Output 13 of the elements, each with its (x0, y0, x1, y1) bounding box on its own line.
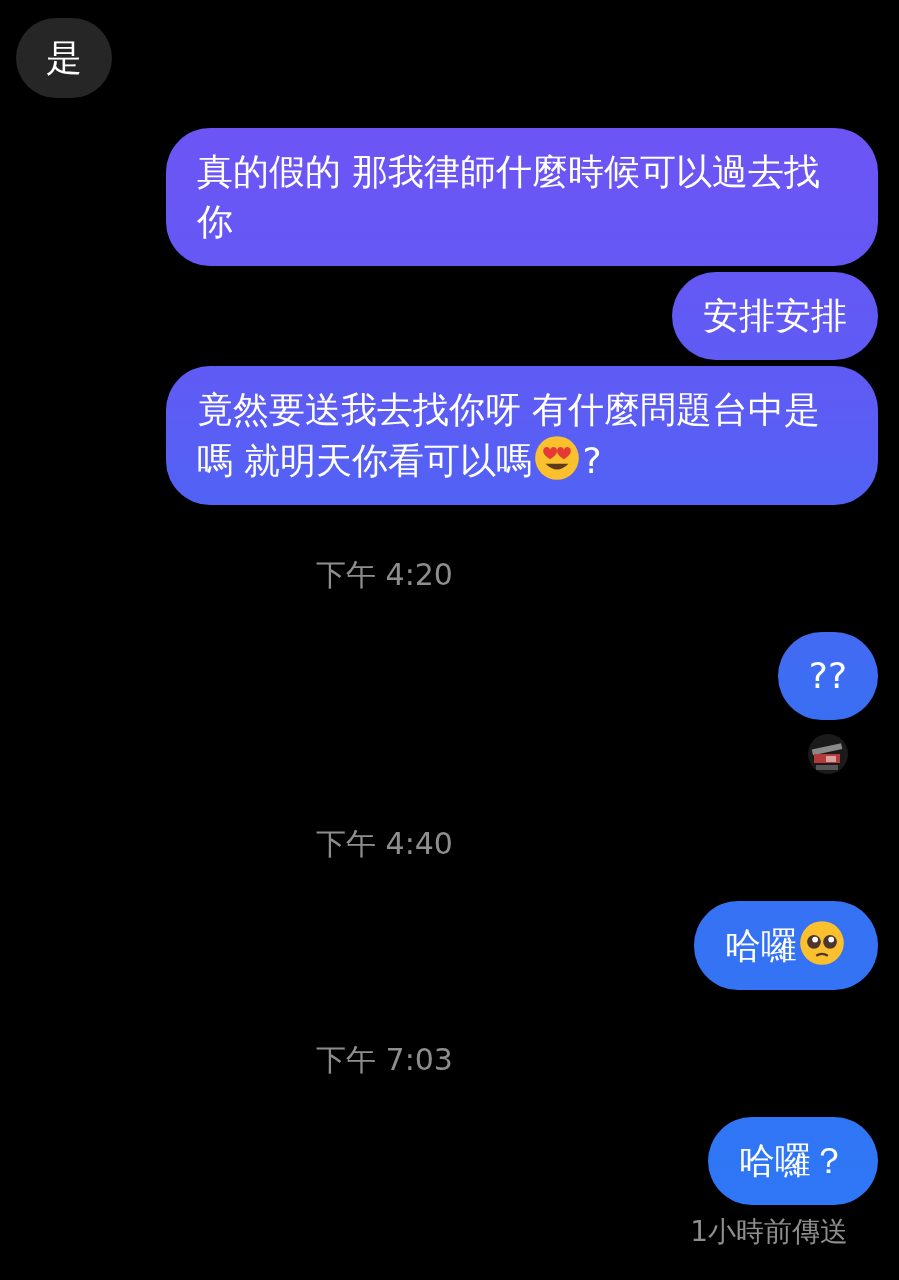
message-bubble: 哈囉 (694, 901, 878, 990)
message-bubble: 真的假的 那我律師什麼時候可以過去找你 (166, 128, 878, 266)
message-bubble: 哈囉？ (708, 1117, 878, 1205)
sent-status: 1小時前傳送 (690, 1214, 848, 1250)
timestamp: 下午 4:20 (316, 556, 453, 594)
message-bubble: 竟然要送我去找你呀 有什麼問題台中是嗎 就明天你看可以嗎 ? (166, 366, 878, 505)
message-bubble: 安排安排 (672, 272, 878, 360)
message-bubble: 是 (16, 18, 112, 98)
timestamp: 下午 4:40 (316, 825, 453, 863)
timestamp: 下午 7:03 (316, 1041, 453, 1079)
message-bubble: ?? (777, 632, 878, 720)
heart-eyes-emoji (534, 435, 581, 481)
pleading-face-emoji (799, 920, 845, 966)
